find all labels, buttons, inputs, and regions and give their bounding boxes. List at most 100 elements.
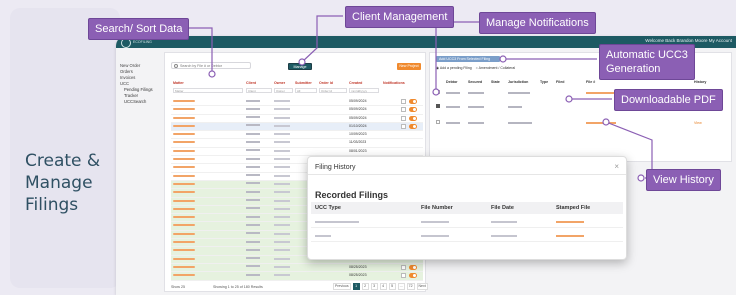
notification-checkbox[interactable] bbox=[401, 99, 406, 104]
owner-cell bbox=[274, 174, 290, 177]
page-button[interactable]: 4 bbox=[379, 283, 387, 290]
notification-toggle[interactable] bbox=[409, 115, 417, 121]
notification-checkbox[interactable] bbox=[401, 107, 406, 113]
notification-toggle[interactable] bbox=[409, 99, 417, 104]
client-cell bbox=[246, 149, 260, 152]
matter-cell[interactable] bbox=[173, 141, 195, 144]
filter-order-id[interactable]: Order Id bbox=[319, 88, 347, 93]
filter-client[interactable]: Client bbox=[246, 88, 272, 93]
created-cell: 08/01/2023 bbox=[349, 148, 367, 153]
page-button[interactable]: 1 bbox=[352, 283, 360, 290]
page-button[interactable]: 72 bbox=[406, 283, 415, 290]
matter-cell[interactable] bbox=[173, 182, 195, 185]
show-value[interactable]: 25 bbox=[181, 285, 185, 289]
column-created[interactable]: Created bbox=[349, 81, 362, 85]
matter-cell[interactable] bbox=[173, 257, 195, 260]
welcome-text[interactable]: Welcome Back Brandon Moore My Account bbox=[645, 38, 732, 43]
add-ucc3-button[interactable]: Add UCC3 From Selected Filing bbox=[436, 56, 500, 62]
table-row[interactable]: 01/10/2024 bbox=[171, 122, 423, 132]
table-row[interactable]: 08/25/2023 bbox=[171, 272, 423, 281]
matter-cell[interactable] bbox=[173, 232, 195, 235]
search-placeholder: Search by File # or Debtor bbox=[180, 64, 222, 68]
matter-cell[interactable] bbox=[173, 100, 195, 102]
page-size[interactable]: Show 25 bbox=[171, 285, 185, 289]
owner-cell bbox=[274, 241, 290, 244]
page-button[interactable]: Previous bbox=[333, 283, 351, 290]
cell bbox=[421, 221, 449, 223]
row-checkbox[interactable] bbox=[436, 120, 440, 124]
matter-cell[interactable] bbox=[173, 149, 195, 152]
matter-cell[interactable] bbox=[173, 108, 195, 111]
matter-cell[interactable] bbox=[173, 191, 195, 194]
matter-cell[interactable] bbox=[173, 216, 195, 219]
matter-cell[interactable] bbox=[173, 166, 195, 169]
matter-cell[interactable] bbox=[173, 133, 195, 136]
search-icon bbox=[174, 64, 178, 68]
column-order-id[interactable]: Order Id bbox=[319, 81, 333, 85]
column-notifications[interactable]: Notifications bbox=[383, 81, 405, 85]
table-row[interactable]: 08/01/2023 bbox=[171, 148, 423, 157]
matter-cell[interactable] bbox=[173, 124, 195, 127]
table-row[interactable]: 08/25/2023 bbox=[171, 263, 423, 273]
search-input[interactable]: Search by File # or Debtor bbox=[171, 62, 251, 69]
matter-cell[interactable] bbox=[173, 199, 195, 202]
table-row[interactable]: 10/09/2023 bbox=[171, 131, 423, 140]
filing-history-modal: Filing History × Recorded Filings UCC Ty… bbox=[307, 156, 627, 260]
notification-toggle[interactable] bbox=[409, 107, 417, 113]
radio-collateral[interactable]: ○ Amendment / Collateral bbox=[476, 66, 515, 70]
matter-cell[interactable] bbox=[173, 158, 195, 161]
filter-owner[interactable]: Owner bbox=[274, 88, 293, 93]
notification-checkbox[interactable] bbox=[401, 264, 406, 270]
notification-checkbox[interactable] bbox=[401, 273, 406, 279]
radio-pending[interactable]: ◉ Add a pending Filing bbox=[436, 66, 472, 70]
column-matter[interactable]: Matter bbox=[173, 81, 184, 85]
matter-cell[interactable] bbox=[173, 274, 195, 277]
cell bbox=[508, 92, 530, 94]
matter-cell[interactable] bbox=[173, 265, 195, 268]
row-checkbox[interactable] bbox=[436, 90, 440, 94]
notification-toggle[interactable] bbox=[409, 123, 417, 129]
page-button[interactable]: 3 bbox=[370, 283, 378, 290]
column-submitter[interactable]: Submitter bbox=[295, 81, 312, 85]
filter-matter[interactable]: Matter bbox=[173, 88, 243, 93]
table-row[interactable]: 05/09/2024 bbox=[171, 115, 423, 123]
manage-clients-button[interactable]: Manage Clients bbox=[288, 63, 312, 76]
notification-checkbox[interactable] bbox=[401, 123, 406, 129]
matter-cell[interactable] bbox=[173, 174, 195, 177]
notification-toggle[interactable] bbox=[409, 273, 417, 279]
stamped-file-link[interactable] bbox=[556, 235, 584, 237]
page-button[interactable]: ... bbox=[397, 283, 405, 290]
pagination: Previous 1 2 3 4 5... 72 Next bbox=[333, 283, 428, 290]
page-button[interactable]: 2 bbox=[361, 283, 369, 290]
matter-cell[interactable] bbox=[173, 116, 195, 119]
callout-search-sort: Search/ Sort Data bbox=[88, 18, 190, 40]
ucc3-col-history: History bbox=[694, 80, 707, 84]
expand-icon[interactable] bbox=[436, 104, 440, 108]
client-cell bbox=[246, 265, 260, 268]
left-panel bbox=[10, 8, 120, 288]
sidebar-item-uccsearch[interactable]: UCCSearch bbox=[120, 99, 160, 105]
notification-checkbox[interactable] bbox=[401, 115, 406, 121]
matter-cell[interactable] bbox=[173, 241, 195, 244]
table-row[interactable]: 11/03/2023 bbox=[171, 139, 423, 148]
notification-toggle[interactable] bbox=[409, 264, 417, 270]
new-project-button[interactable]: New Project bbox=[397, 63, 421, 70]
matter-cell[interactable] bbox=[173, 224, 195, 227]
owner-cell bbox=[274, 265, 290, 268]
ucc3-row[interactable]: View bbox=[436, 119, 728, 131]
column-client[interactable]: Client bbox=[246, 81, 256, 85]
table-row[interactable]: 05/09/2024 bbox=[171, 106, 423, 115]
matter-cell[interactable] bbox=[173, 249, 195, 252]
filter-submitter[interactable]: All bbox=[295, 88, 317, 93]
stamped-file-link[interactable] bbox=[556, 221, 584, 223]
column-owner[interactable]: Owner bbox=[274, 81, 285, 85]
table-row[interactable]: 05/09/2024 bbox=[171, 98, 423, 107]
view-history-link[interactable]: View bbox=[694, 121, 702, 125]
page-button[interactable]: 5 bbox=[388, 283, 396, 290]
filter-created[interactable]: mm/dd/yyyy bbox=[349, 88, 379, 93]
cell bbox=[468, 92, 484, 94]
matter-cell[interactable] bbox=[173, 207, 195, 210]
close-icon[interactable]: × bbox=[614, 162, 619, 171]
page-button[interactable]: Next bbox=[416, 283, 428, 290]
owner-cell bbox=[274, 207, 290, 210]
